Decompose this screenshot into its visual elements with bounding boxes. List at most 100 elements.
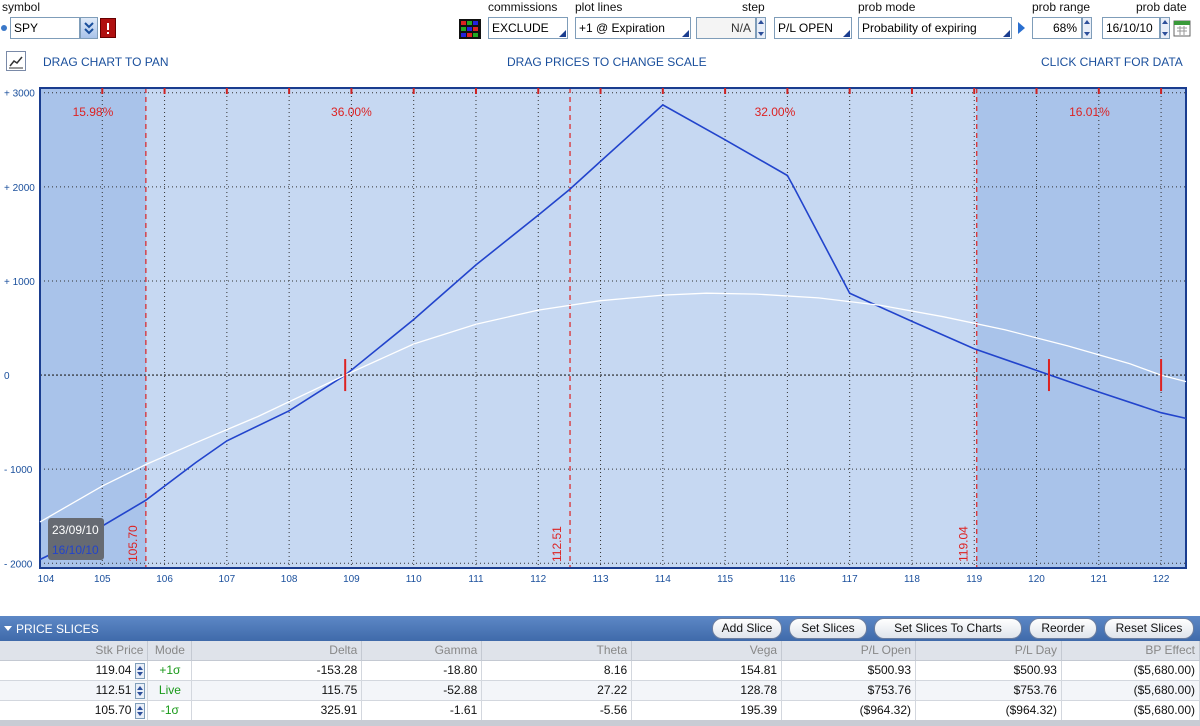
col-bp-effect[interactable]: BP Effect — [1061, 641, 1200, 661]
double-chevron-down-icon — [84, 22, 94, 35]
table-row[interactable]: 119.04 +1σ -153.28 -18.80 8.16 154.81 $5… — [0, 660, 1200, 681]
delta-cell: 325.91 — [191, 700, 363, 721]
step-input[interactable]: N/A — [696, 17, 756, 39]
price-slices-title: PRICE SLICES — [16, 622, 99, 636]
probability-label: 15.98% — [73, 105, 114, 119]
price-slices-bar: PRICE SLICES Add Slice Set Slices Set Sl… — [0, 616, 1200, 641]
theta-cell: 8.16 — [481, 660, 633, 681]
color-grid-icon[interactable] — [459, 19, 481, 39]
y-tick-label: + 1000 — [4, 277, 35, 288]
bp-effect-cell: ($5,680.00) — [1061, 680, 1200, 701]
calendar-icon[interactable] — [1173, 19, 1191, 37]
reorder-button[interactable]: Reorder — [1029, 618, 1097, 639]
x-tick-label: 119 — [966, 574, 982, 585]
prob-range-input[interactable]: 68% — [1032, 17, 1082, 39]
prob-date-label: prob date — [1136, 0, 1187, 14]
stk-price-spinner[interactable] — [135, 702, 146, 719]
probability-label: 32.00% — [755, 105, 796, 119]
prob-range-label: prob range — [1032, 0, 1091, 14]
symbol-dropdown-button[interactable] — [80, 17, 98, 39]
vega-cell: 195.39 — [631, 700, 783, 721]
x-tick-label: 114 — [655, 574, 671, 585]
stk-price-value[interactable]: 119.04 — [96, 663, 132, 677]
bp-effect-cell: ($5,680.00) — [1061, 660, 1200, 681]
gamma-cell: -52.88 — [361, 680, 483, 701]
chart-type-icon[interactable] — [6, 51, 26, 71]
step-spinner[interactable] — [756, 17, 766, 39]
pl-open-cell: ($964.32) — [781, 700, 917, 721]
x-tick-label: 120 — [1028, 574, 1045, 585]
col-vega[interactable]: Vega — [631, 641, 783, 661]
stk-price-value[interactable]: 105.70 — [95, 703, 132, 717]
table-header-row: Stk Price Mode Delta Gamma Theta Vega P/… — [0, 641, 1200, 661]
commissions-label: commissions — [488, 0, 558, 14]
upper-tail-region — [976, 88, 1186, 568]
x-tick-label: 109 — [343, 574, 360, 585]
alert-glyph-icon — [107, 23, 109, 34]
theta-cell: 27.22 — [481, 680, 633, 701]
delta-cell: 115.75 — [191, 680, 363, 701]
delta-cell: -153.28 — [191, 660, 363, 681]
y-tick-label: + 3000 — [4, 89, 35, 100]
expiration-date-label: 16/10/10 — [52, 543, 99, 557]
plot-lines-select[interactable]: +1 @ Expiration — [575, 17, 691, 39]
x-tick-label: 115 — [717, 574, 733, 585]
theta-cell: -5.56 — [481, 700, 633, 721]
line-chart-glyph-icon — [9, 56, 23, 69]
today-date-label: 23/09/10 — [52, 523, 99, 537]
col-theta[interactable]: Theta — [481, 641, 633, 661]
stk-price-spinner[interactable] — [135, 662, 146, 679]
sigma-line-label: 119.04 — [957, 526, 971, 562]
table-row[interactable]: 105.70 -1σ 325.91 -1.61 -5.56 195.39 ($9… — [0, 700, 1200, 721]
gamma-cell: -18.80 — [361, 660, 483, 681]
pl-day-cell: $753.76 — [915, 680, 1062, 701]
x-tick-label: 107 — [219, 574, 236, 585]
symbol-label: symbol — [2, 0, 41, 14]
x-tick-label: 112 — [530, 574, 546, 585]
risk-profile-chart[interactable]: 105.70 112.51 119.04 15.98% 36.00% 32.00% 16.0… — [0, 84, 1200, 609]
bp-effect-cell: ($5,680.00) — [1061, 700, 1200, 721]
reset-slices-button[interactable]: Reset Slices — [1104, 618, 1194, 639]
calendar-glyph-icon — [1173, 20, 1191, 37]
collapse-triangle-icon[interactable] — [4, 626, 12, 631]
stk-price-spinner[interactable] — [135, 682, 146, 699]
add-slice-button[interactable]: Add Slice — [712, 618, 782, 639]
vega-cell: 128.78 — [631, 680, 783, 701]
probability-label: 16.01% — [1069, 105, 1110, 119]
symbol-input[interactable]: SPY — [10, 17, 80, 39]
prob-date-input[interactable]: 16/10/10 — [1102, 17, 1160, 39]
play-icon[interactable] — [1018, 22, 1025, 34]
radio-dot-icon[interactable] — [1, 25, 7, 31]
col-mode[interactable]: Mode — [147, 641, 193, 661]
prob-range-spinner[interactable] — [1082, 17, 1092, 39]
x-tick-label: 106 — [156, 574, 173, 585]
prob-date-spinner[interactable] — [1160, 17, 1170, 39]
col-stk-price[interactable]: Stk Price — [0, 641, 149, 661]
pl-open-cell: $753.76 — [781, 680, 917, 701]
col-delta[interactable]: Delta — [191, 641, 363, 661]
set-slices-button[interactable]: Set Slices — [789, 618, 867, 639]
stk-price-value[interactable]: 112.51 — [96, 683, 132, 697]
toolbar: symbol SPY commissions EXCLUDE plot line… — [0, 0, 1200, 46]
bottom-scroll-strip — [0, 720, 1200, 726]
prob-mode-label: prob mode — [858, 0, 916, 14]
x-tick-label: 122 — [1153, 574, 1170, 585]
table-row[interactable]: 112.51 Live 115.75 -52.88 27.22 128.78 $… — [0, 680, 1200, 701]
prob-mode-select[interactable]: Probability of expiring — [858, 17, 1012, 39]
col-pl-day[interactable]: P/L Day — [915, 641, 1062, 661]
drag-prices-hint: DRAG PRICES TO CHANGE SCALE — [507, 55, 707, 69]
col-gamma[interactable]: Gamma — [361, 641, 483, 661]
y-tick-label: 0 — [4, 371, 10, 382]
pl-mode-select[interactable]: P/L OPEN — [774, 17, 852, 39]
set-slices-to-charts-button[interactable]: Set Slices To Charts — [874, 618, 1022, 639]
y-tick-label: - 1000 — [4, 465, 33, 476]
x-tick-label: 121 — [1090, 574, 1107, 585]
mode-cell: +1σ — [147, 660, 193, 681]
pl-open-cell: $500.93 — [781, 660, 917, 681]
commissions-select[interactable]: EXCLUDE — [488, 17, 568, 39]
step-label: step — [742, 0, 765, 14]
col-pl-open[interactable]: P/L Open — [781, 641, 917, 661]
y-tick-label: + 2000 — [4, 183, 35, 194]
alert-icon[interactable] — [100, 18, 116, 38]
x-tick-label: 104 — [38, 574, 55, 585]
